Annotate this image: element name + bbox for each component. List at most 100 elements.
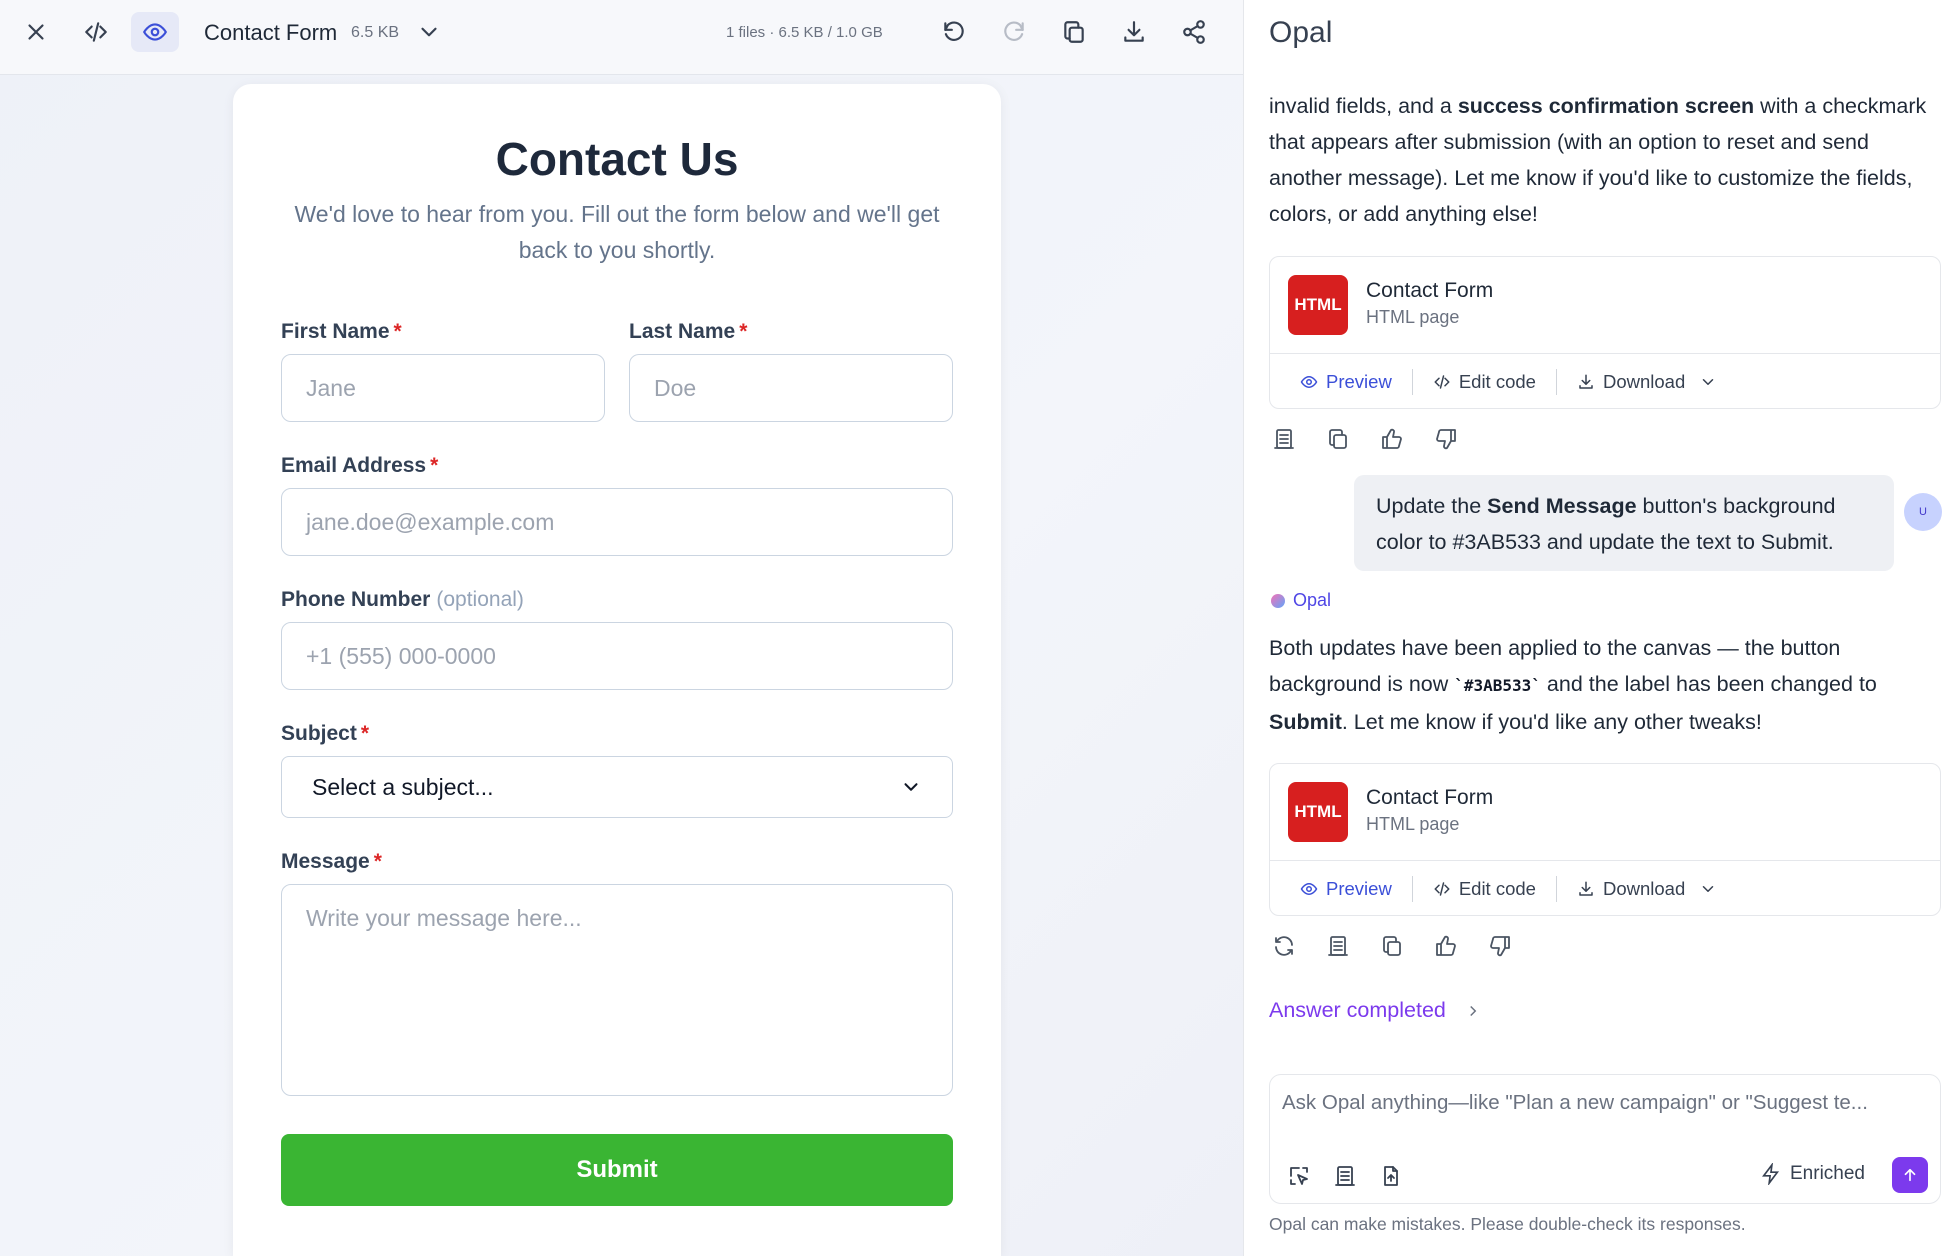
- artifact-type: HTML page: [1366, 307, 1460, 327]
- html-file-icon: HTML: [1288, 782, 1348, 842]
- first-name-label: First Name *: [281, 320, 402, 344]
- download-icon: [1579, 881, 1593, 896]
- download-label: Download: [1602, 370, 1686, 392]
- chevron-down-icon: [1702, 885, 1714, 892]
- assistant-message-2: Both updates have been applied to the ca…: [1269, 630, 1939, 740]
- preview-button[interactable]: Preview: [1300, 878, 1392, 900]
- submit-button[interactable]: Submit: [281, 1134, 953, 1206]
- preview-label: Preview: [1326, 370, 1392, 392]
- user-message: Update the Send Message button's backgro…: [1354, 475, 1894, 571]
- preview-label: Preview: [1326, 877, 1392, 899]
- email-label: Email Address *: [281, 454, 438, 478]
- copy-icon[interactable]: [1050, 12, 1098, 52]
- subject-selected-value: Select a subject...: [312, 773, 494, 800]
- msg2-text-c: . Let me know if you'd like any other tw…: [1341, 710, 1762, 734]
- email-label-text: Email Address: [281, 454, 427, 477]
- edit-code-label: Edit code: [1458, 370, 1536, 392]
- last-name-label: Last Name *: [629, 320, 747, 344]
- answer-completed-toggle[interactable]: Answer completed: [1269, 998, 1482, 1023]
- eye-icon: [1300, 375, 1318, 388]
- chat-title: Opal: [1269, 16, 1333, 49]
- last-name-label-text: Last Name: [629, 320, 736, 343]
- first-name-input[interactable]: Jane: [281, 354, 605, 422]
- enriched-label: Enriched: [1790, 1163, 1865, 1184]
- artifact-card-1[interactable]: HTML Contact Form HTML page Preview Edit…: [1269, 256, 1941, 409]
- user-text-a: Update the: [1376, 494, 1488, 518]
- eye-icon: [1300, 882, 1318, 895]
- phone-label: Phone Number (optional): [281, 588, 524, 612]
- canvas-toolbar: Contact Form 6.5 KB 1 files · 6.5 KB / 1…: [0, 0, 1243, 75]
- preview-eye-icon[interactable]: [131, 12, 179, 52]
- assistant-label: Opal: [1271, 590, 1331, 611]
- code-view-icon[interactable]: [72, 12, 120, 52]
- arrow-up-icon: [1904, 1168, 1916, 1182]
- artifact-actions: Preview Edit code Download: [1270, 353, 1940, 409]
- select-element-icon[interactable]: [1284, 1161, 1314, 1191]
- code-icon: [1434, 374, 1450, 389]
- send-button[interactable]: [1892, 1157, 1928, 1193]
- enriched-toggle[interactable]: Enriched: [1760, 1163, 1865, 1185]
- redo-icon[interactable]: [990, 12, 1038, 52]
- canvas-pane: Contact Form 6.5 KB 1 files · 6.5 KB / 1…: [0, 0, 1243, 1256]
- lightning-icon: [1762, 1163, 1780, 1185]
- preview-button[interactable]: Preview: [1300, 371, 1392, 393]
- copy-icon[interactable]: [1323, 424, 1353, 454]
- document-title: Contact Form: [204, 20, 338, 45]
- download-label: Download: [1602, 877, 1686, 899]
- msg1-bold: success confirmation screen: [1457, 94, 1755, 118]
- artifact-name: Contact Form: [1366, 279, 1494, 302]
- share-icon[interactable]: [1170, 12, 1218, 52]
- notes-icon[interactable]: [1269, 424, 1299, 454]
- email-placeholder: jane.doe@example.com: [306, 508, 555, 535]
- edit-code-button[interactable]: Edit code: [1433, 371, 1536, 393]
- assistant-name: Opal: [1293, 590, 1332, 610]
- subject-label: Subject *: [281, 722, 369, 746]
- phone-label-text: Phone Number: [281, 588, 431, 611]
- upload-file-icon[interactable]: [1376, 1161, 1406, 1191]
- copy-icon[interactable]: [1377, 931, 1407, 961]
- notes-icon[interactable]: [1323, 931, 1353, 961]
- download-icon: [1579, 374, 1593, 389]
- assistant-message-1: invalid fields, and a success confirmati…: [1269, 88, 1939, 232]
- required-mark: *: [373, 850, 382, 873]
- opal-logo-icon: [1271, 593, 1285, 608]
- chevron-right-icon: [1470, 1005, 1477, 1016]
- thumbs-down-icon[interactable]: [1431, 424, 1461, 454]
- avatar: U: [1904, 493, 1942, 531]
- email-input[interactable]: jane.doe@example.com: [281, 488, 953, 556]
- notes-icon[interactable]: [1330, 1161, 1360, 1191]
- chat-input[interactable]: Ask Opal anything—like "Plan a new campa…: [1282, 1091, 1922, 1115]
- chat-composer: Ask Opal anything—like "Plan a new campa…: [1269, 1074, 1941, 1204]
- contact-form-card: Contact Us We'd love to hear from you. F…: [233, 84, 1001, 1256]
- last-name-input[interactable]: Doe: [629, 354, 953, 422]
- form-title: Contact Us: [495, 133, 739, 185]
- thumbs-up-icon[interactable]: [1377, 424, 1407, 454]
- form-subtitle: We'd love to hear from you. Fill out the…: [294, 201, 940, 263]
- phone-placeholder: +1 (555) 000-0000: [306, 642, 496, 669]
- subject-select[interactable]: Select a subject...: [281, 756, 953, 818]
- edit-code-label: Edit code: [1458, 877, 1536, 899]
- regenerate-icon[interactable]: [1269, 931, 1299, 961]
- last-name-placeholder: Doe: [654, 374, 697, 401]
- storage-info: 1 files · 6.5 KB / 1.0 GB: [726, 24, 883, 41]
- code-icon: [1434, 881, 1450, 896]
- undo-icon[interactable]: [930, 12, 978, 52]
- artifact-card-2[interactable]: HTML Contact Form HTML page Preview Edit…: [1269, 763, 1941, 916]
- divider: [1555, 368, 1557, 395]
- phone-input[interactable]: +1 (555) 000-0000: [281, 622, 953, 690]
- download-icon[interactable]: [1110, 12, 1158, 52]
- download-button[interactable]: Download: [1577, 878, 1717, 900]
- artifact-type: HTML page: [1366, 814, 1460, 834]
- divider: [1411, 368, 1413, 395]
- chevron-down-icon: [904, 783, 918, 791]
- download-button[interactable]: Download: [1577, 371, 1717, 393]
- chevron-down-icon[interactable]: [405, 12, 453, 52]
- thumbs-down-icon[interactable]: [1485, 931, 1515, 961]
- chat-pane: Opal invalid fields, and a success confi…: [1243, 0, 1956, 1256]
- close-icon[interactable]: [12, 12, 60, 52]
- message-textarea[interactable]: Write your message here...: [281, 884, 953, 1096]
- edit-code-button[interactable]: Edit code: [1433, 878, 1536, 900]
- thumbs-up-icon[interactable]: [1431, 931, 1461, 961]
- divider: [1555, 875, 1557, 902]
- subject-label-text: Subject: [281, 722, 357, 745]
